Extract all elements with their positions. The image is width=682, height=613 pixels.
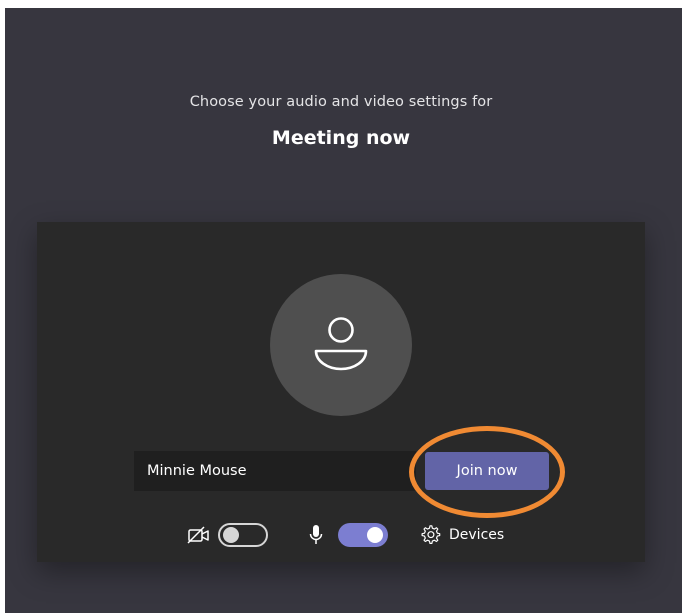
camera-off-icon: [187, 526, 209, 544]
display-name-field[interactable]: [134, 451, 416, 491]
meeting-title: Meeting now: [271, 127, 411, 149]
devices-label: Devices: [449, 527, 505, 543]
camera-toggle[interactable]: [218, 523, 268, 547]
join-now-button[interactable]: Join now: [425, 452, 549, 490]
microphone-icon: [309, 525, 323, 544]
microphone-toggle[interactable]: [338, 523, 388, 547]
gear-icon: [421, 525, 441, 545]
settings-prompt: Choose your audio and video settings for: [189, 94, 493, 110]
person-icon: [314, 317, 368, 371]
microphone-toggle-knob: [367, 527, 383, 543]
devices-button[interactable]: Devices: [419, 522, 504, 548]
camera-toggle-knob: [223, 527, 239, 543]
avatar: [270, 274, 412, 416]
